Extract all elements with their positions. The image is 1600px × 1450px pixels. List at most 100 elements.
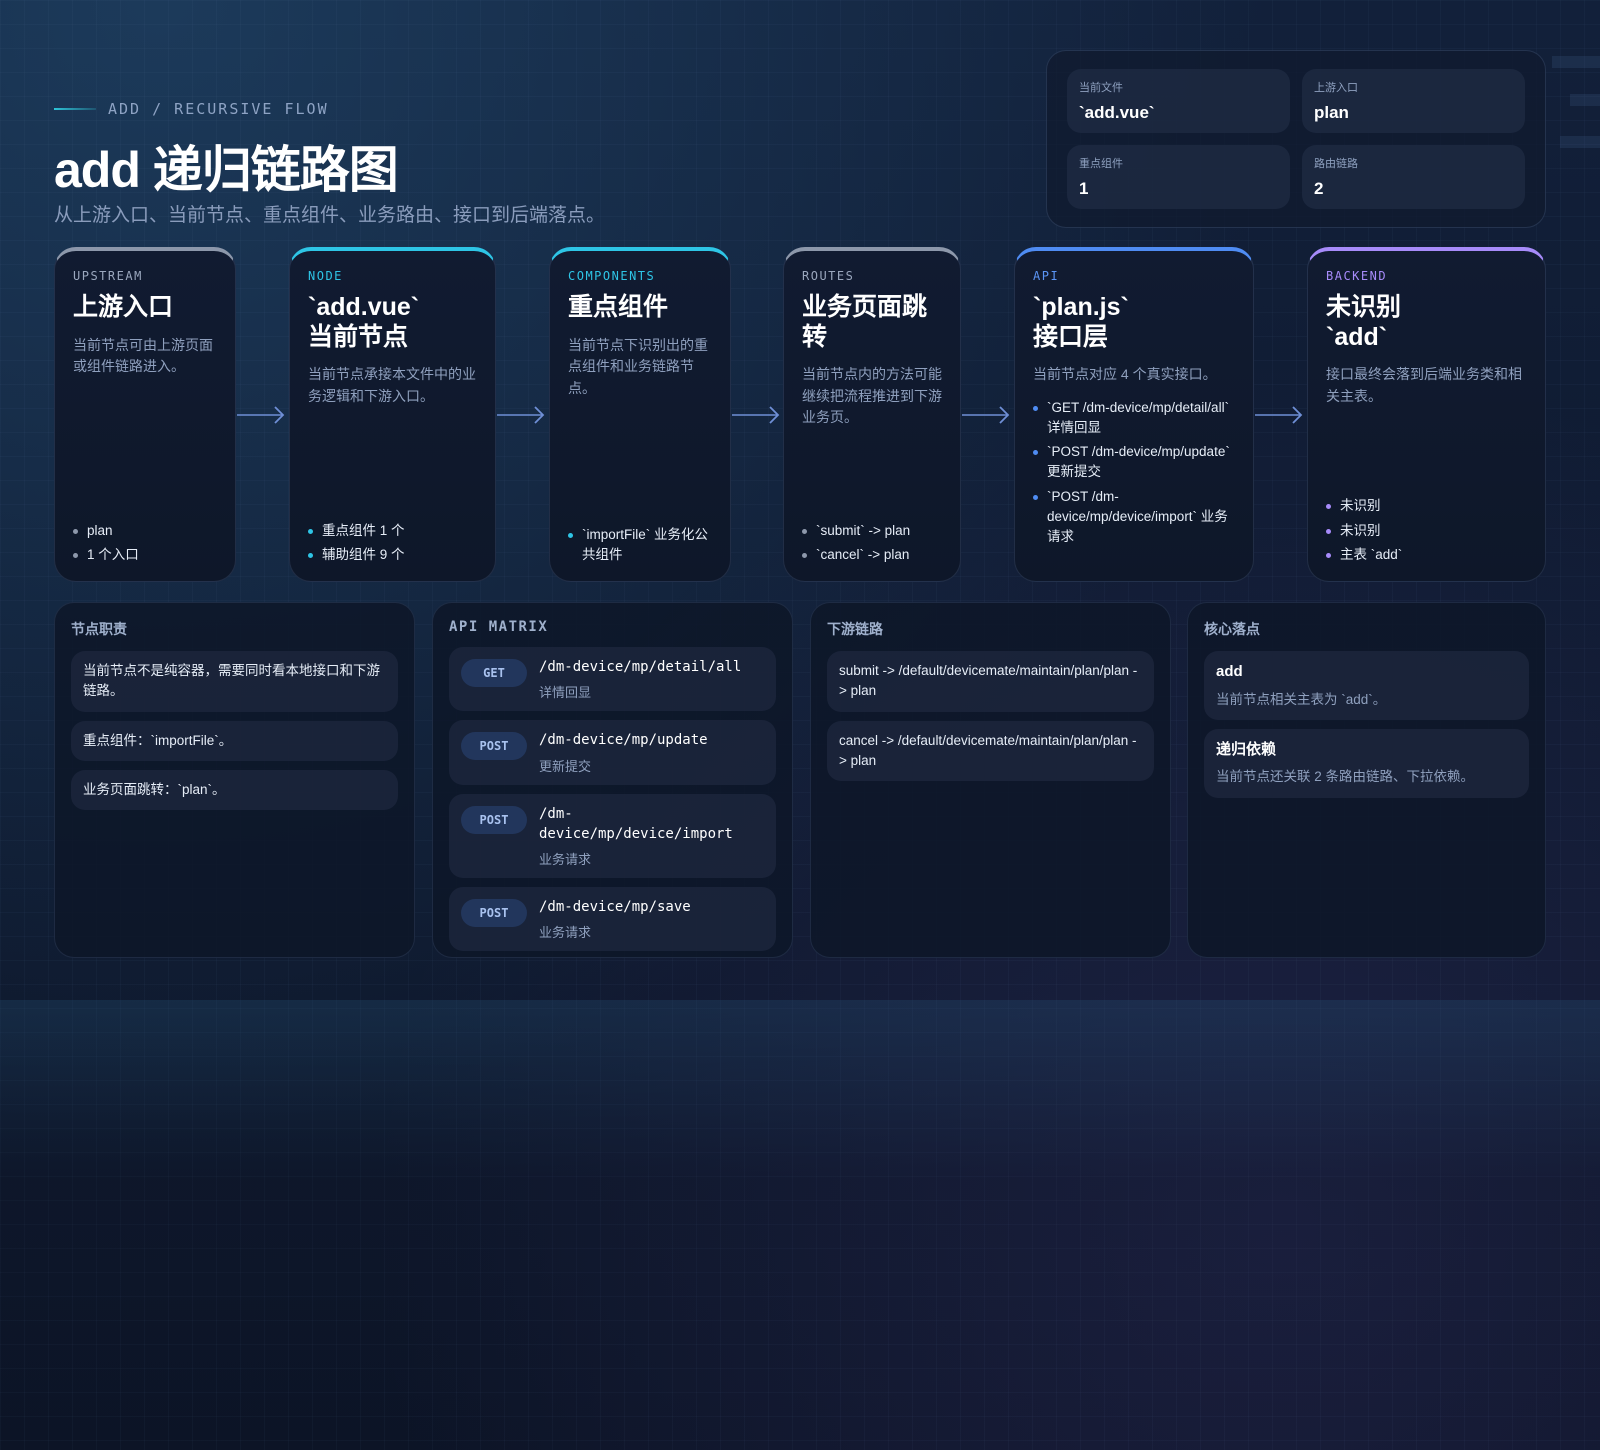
api-row: POST /dm-device/mp/update 更新提交	[449, 720, 776, 785]
panel-api-matrix: API MATRIX GET /dm-device/mp/detail/all …	[432, 602, 793, 958]
flow-card-api: API `plan.js` 接口层 当前节点对应 4 个真实接口。 `GET /…	[1014, 247, 1254, 582]
dot-icon	[73, 552, 78, 558]
stat-upstream: 上游入口 plan	[1302, 69, 1525, 133]
arrow-right-icon	[732, 405, 782, 425]
dot-icon	[308, 552, 313, 558]
arrow-right-icon	[962, 405, 1012, 425]
downstream-item: cancel -> /default/devicemate/maintain/p…	[827, 720, 1154, 781]
dot-icon	[1033, 450, 1038, 456]
panel-downstream: 下游链路 submit -> /default/devicemate/maint…	[810, 602, 1171, 958]
list-item: 未识别	[1326, 521, 1529, 541]
page-subtitle: 从上游入口、当前节点、重点组件、业务路由、接口到后端落点。	[54, 205, 606, 226]
dot-icon	[308, 528, 313, 534]
stat-routes: 路由链路 2	[1302, 145, 1525, 209]
card-tag: ROUTES	[802, 269, 855, 283]
card-title: 上游入口	[73, 293, 174, 321]
card-title: `add.vue` 当前节点	[308, 293, 420, 351]
list-item-text: 主表 `add`	[1340, 546, 1403, 562]
panel-node-duties: 节点职责 当前节点不是纯容器，需要同时看本地接口和下游链路。 重点组件：`imp…	[54, 602, 415, 958]
stat-current-file: 当前文件 `add.vue`	[1067, 69, 1290, 133]
method-badge: POST	[461, 805, 527, 834]
core-item: 递归依赖 当前节点还关联 2 条路由链路、下拉依赖。	[1204, 728, 1529, 798]
panel-core-landing: 核心落点 add 当前节点相关主表为 `add`。 递归依赖 当前节点还关联 2…	[1187, 602, 1546, 958]
list-item: `cancel` -> plan	[802, 545, 944, 565]
card-title: 重点组件	[568, 293, 669, 321]
method-badge: GET	[461, 659, 527, 687]
card-description: 当前节点下识别出的重点组件和业务链路节点。	[568, 336, 708, 396]
list-item: 重点组件 1 个	[308, 521, 479, 541]
list-item: 1 个入口	[73, 545, 219, 565]
list-item: 未识别	[1326, 496, 1529, 516]
list-item-text: 未识别	[1340, 498, 1381, 514]
list-item-text: plan	[87, 522, 113, 538]
list-item-text: `cancel` -> plan	[816, 546, 910, 562]
card-description: 当前节点内的方法可能继续把流程推进到下游业务页。	[802, 366, 942, 426]
stat-value: 1	[1079, 179, 1089, 198]
list-item-text: `POST /dm-device/mp/device/import` 业务请求	[1047, 488, 1228, 545]
list-item-text: 重点组件 1 个	[322, 522, 405, 538]
api-row: POST /dm-device/mp/save 业务请求	[449, 887, 776, 952]
duty-item: 业务页面跳转：`plan`。	[71, 769, 398, 810]
dot-icon	[1033, 405, 1038, 411]
card-description: 当前节点承接本文件中的业务逻辑和下游入口。	[308, 366, 476, 404]
duty-item: 当前节点不是纯容器，需要同时看本地接口和下游链路。	[71, 651, 398, 712]
list-item: plan	[73, 521, 219, 541]
api-path: /dm-device/mp/update	[539, 732, 708, 749]
list-item-text: 辅助组件 9 个	[322, 546, 405, 562]
api-description: 业务请求	[539, 925, 592, 941]
list-item: `POST /dm-device/mp/device/import` 业务请求	[1033, 487, 1235, 548]
dot-icon	[1033, 494, 1038, 500]
list-item-text: `submit` -> plan	[816, 522, 911, 538]
flow-card-backend: BACKEND 未识别 `add` 接口最终会落到后端业务类和相关主表。 未识别…	[1307, 247, 1546, 582]
api-row: POST /dm-device/mp/device/import 业务请求	[449, 793, 776, 879]
dot-icon	[802, 528, 807, 534]
decor-bar	[1570, 94, 1600, 106]
card-list: `GET /dm-device/mp/detail/all` 详情回显 `POS…	[1033, 398, 1235, 548]
decor-bar	[1552, 56, 1600, 68]
kicker-text: ADD / RECURSIVE FLOW	[108, 100, 329, 118]
api-path: /dm-device/mp/save	[539, 899, 691, 916]
card-title: 业务页面跳 转	[802, 293, 928, 351]
card-tag: UPSTREAM	[73, 269, 143, 283]
list-item: `submit` -> plan	[802, 521, 944, 541]
panel-title: 下游链路	[827, 621, 883, 637]
dot-icon	[1326, 528, 1331, 534]
dot-icon	[1326, 504, 1331, 510]
api-description: 更新提交	[539, 758, 592, 774]
dot-icon	[1326, 552, 1331, 558]
core-item-title: add	[1216, 663, 1243, 680]
decor-bar	[1560, 136, 1600, 148]
list-item: `importFile` 业务化公共组件	[568, 525, 714, 566]
core-item-description: 当前节点还关联 2 条路由链路、下拉依赖。	[1216, 769, 1475, 785]
panel-title: 节点职责	[71, 621, 127, 637]
list-item: 辅助组件 9 个	[308, 545, 479, 565]
duty-item: 重点组件：`importFile`。	[71, 720, 398, 761]
card-description: 当前节点可由上游页面或组件链路进入。	[73, 336, 213, 375]
list-item: `POST /dm-device/mp/update` 更新提交	[1033, 442, 1235, 483]
api-row: GET /dm-device/mp/detail/all 详情回显	[449, 647, 776, 712]
core-item-title: 递归依赖	[1216, 740, 1277, 758]
stat-components: 重点组件 1	[1067, 145, 1290, 209]
card-list: `importFile` 业务化公共组件	[568, 521, 714, 566]
list-item: `GET /dm-device/mp/detail/all` 详情回显	[1033, 398, 1235, 439]
downstream-item: submit -> /default/devicemate/maintain/p…	[827, 651, 1154, 712]
api-description: 详情回显	[539, 685, 592, 701]
dot-icon	[568, 532, 573, 538]
method-badge: POST	[461, 899, 527, 928]
list-item-text: `importFile` 业务化公共组件	[582, 526, 709, 562]
dot-icon	[802, 552, 807, 558]
panel-title: API MATRIX	[449, 619, 549, 635]
card-title: `plan.js` 接口层	[1033, 293, 1129, 351]
list-item-text: `POST /dm-device/mp/update` 更新提交	[1047, 444, 1230, 480]
core-item: add 当前节点相关主表为 `add`。	[1204, 651, 1529, 720]
kicker-line	[54, 108, 96, 110]
arrow-right-icon	[497, 405, 547, 425]
arrow-right-icon	[1255, 405, 1305, 425]
api-path: /dm-device/mp/detail/all	[539, 659, 742, 675]
card-list: plan 1 个入口	[73, 517, 219, 566]
card-description: 当前节点对应 4 个真实接口。	[1033, 366, 1217, 382]
dot-icon	[73, 528, 78, 534]
list-item: 主表 `add`	[1326, 545, 1529, 565]
card-list: 重点组件 1 个 辅助组件 9 个	[308, 517, 479, 566]
stat-value: 2	[1314, 179, 1324, 198]
